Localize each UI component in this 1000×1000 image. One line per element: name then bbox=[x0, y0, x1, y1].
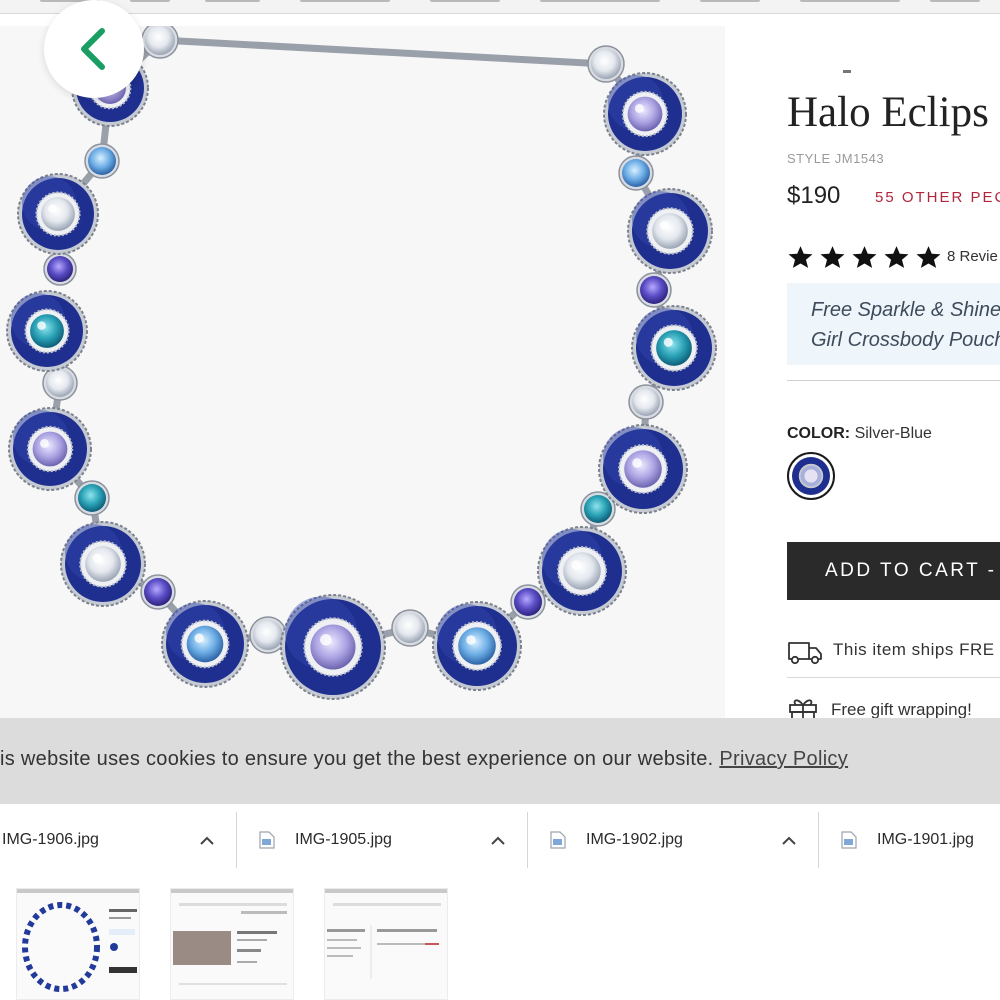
thumbnail-preview bbox=[325, 889, 447, 979]
shipping-info: This item ships FRE bbox=[833, 640, 995, 659]
download-separator bbox=[236, 812, 237, 868]
small-crystal bbox=[141, 26, 179, 59]
cookie-banner: is website uses cookies to ensure you ge… bbox=[0, 718, 1000, 804]
product-info-panel: Halo Eclips STYLE JM1543 $190 55 OTHER P… bbox=[725, 26, 1000, 718]
divider bbox=[787, 677, 1000, 678]
chevron-up-icon[interactable] bbox=[777, 812, 801, 868]
chevron-left-icon bbox=[81, 28, 105, 70]
small-crystal bbox=[140, 574, 176, 610]
enamel-medallion bbox=[598, 424, 688, 514]
star-icon bbox=[820, 246, 845, 268]
color-label-key: COLOR: bbox=[787, 425, 851, 442]
thumbnail-img-1906[interactable] bbox=[16, 888, 140, 1000]
top-toolbar-strip bbox=[0, 0, 1000, 14]
gift-icon bbox=[789, 699, 817, 718]
divider bbox=[787, 380, 1000, 381]
rating-stars[interactable] bbox=[787, 245, 942, 269]
promo-line-1: Free Sparkle & Shine bbox=[811, 299, 1000, 321]
necklace-illustration bbox=[6, 26, 717, 700]
download-item[interactable]: IMG-1905.jpg bbox=[259, 812, 392, 868]
privacy-policy-link[interactable]: Privacy Policy bbox=[719, 748, 848, 770]
thumbnail-img-1902[interactable] bbox=[324, 888, 448, 1000]
small-crystal bbox=[628, 384, 664, 420]
download-item[interactable]: IMG-1902.jpg bbox=[550, 812, 683, 868]
add-to-cart-button[interactable]: ADD TO CART - $ bbox=[787, 542, 1000, 600]
social-proof-label: 55 OTHER PEC bbox=[875, 189, 1000, 206]
product-price: $190 bbox=[787, 182, 841, 209]
product-title: Halo Eclips bbox=[787, 89, 989, 136]
small-crystal bbox=[636, 272, 672, 308]
download-item[interactable]: IMG-1906.jpg bbox=[2, 812, 99, 868]
gift-wrap-info: Free gift wrapping! bbox=[831, 700, 972, 718]
chevron-up-icon[interactable] bbox=[486, 812, 510, 868]
color-value: Silver-Blue bbox=[854, 425, 932, 442]
small-crystal bbox=[43, 252, 77, 286]
enamel-medallion bbox=[631, 305, 717, 391]
enamel-medallion bbox=[280, 594, 386, 700]
download-filename: IMG-1902.jpg bbox=[586, 831, 683, 848]
small-crystal bbox=[618, 155, 654, 191]
file-icon bbox=[550, 831, 566, 849]
promo-banner[interactable]: Free Sparkle & Shine Girl Crossbody Pouc… bbox=[787, 283, 1000, 365]
promo-line-2: Girl Crossbody Pouch bbox=[811, 329, 1000, 351]
enamel-medallion bbox=[432, 601, 522, 691]
enamel-medallion bbox=[60, 521, 146, 607]
truck-icon bbox=[788, 642, 822, 665]
enamel-medallion bbox=[603, 72, 687, 156]
enamel-medallion bbox=[8, 407, 92, 491]
downloads-bar: IMG-1906.jpg IMG-1905.jpg IMG-1902.jpg I… bbox=[0, 804, 1000, 1000]
reviews-link[interactable]: 8 Revie bbox=[947, 248, 998, 265]
swatch-gem bbox=[792, 457, 830, 495]
enamel-medallion bbox=[627, 188, 713, 274]
small-crystal bbox=[74, 480, 110, 516]
small-crystal bbox=[587, 45, 625, 83]
enamel-medallion bbox=[537, 526, 627, 616]
download-filename: IMG-1905.jpg bbox=[295, 831, 392, 848]
cookie-message-text: is website uses cookies to ensure you ge… bbox=[0, 748, 714, 770]
enamel-medallion bbox=[161, 600, 249, 688]
small-crystal bbox=[391, 609, 429, 647]
color-swatch-silver-blue[interactable] bbox=[787, 452, 835, 500]
star-icon bbox=[884, 246, 909, 268]
download-filename: IMG-1906.jpg bbox=[2, 831, 99, 848]
file-icon bbox=[841, 831, 857, 849]
product-image[interactable] bbox=[0, 26, 725, 718]
star-icon bbox=[852, 246, 877, 268]
download-separator bbox=[818, 812, 819, 868]
thumbnail-preview bbox=[171, 889, 293, 985]
file-icon bbox=[259, 831, 275, 849]
enamel-medallion bbox=[6, 290, 88, 372]
small-crystal bbox=[84, 143, 120, 179]
brand-mark bbox=[843, 70, 851, 73]
star-icon bbox=[788, 246, 813, 268]
small-crystal bbox=[510, 584, 546, 620]
cookie-message: is website uses cookies to ensure you ge… bbox=[0, 748, 848, 771]
download-item[interactable]: IMG-1901.jpg bbox=[841, 812, 974, 868]
back-button[interactable] bbox=[44, 0, 144, 98]
thumbnail-preview bbox=[17, 889, 139, 992]
chevron-up-icon[interactable] bbox=[195, 812, 219, 868]
style-code: STYLE JM1543 bbox=[787, 151, 885, 166]
star-icon bbox=[916, 246, 941, 268]
color-label: COLOR: Silver-Blue bbox=[787, 425, 932, 443]
enamel-medallion bbox=[17, 173, 99, 255]
thumbnail-img-1905[interactable] bbox=[170, 888, 294, 1000]
download-separator bbox=[527, 812, 528, 868]
download-filename: IMG-1901.jpg bbox=[877, 831, 974, 848]
